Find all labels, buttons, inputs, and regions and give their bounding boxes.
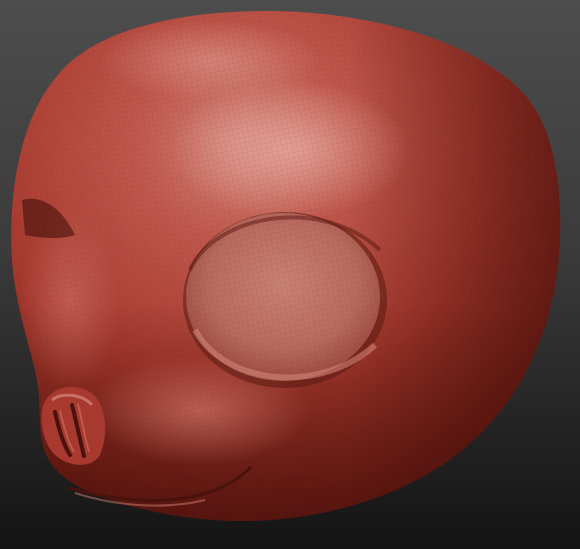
viewport-canvas[interactable]	[0, 0, 580, 549]
sculpt-render	[11, 11, 561, 521]
eye-socket	[183, 212, 387, 388]
